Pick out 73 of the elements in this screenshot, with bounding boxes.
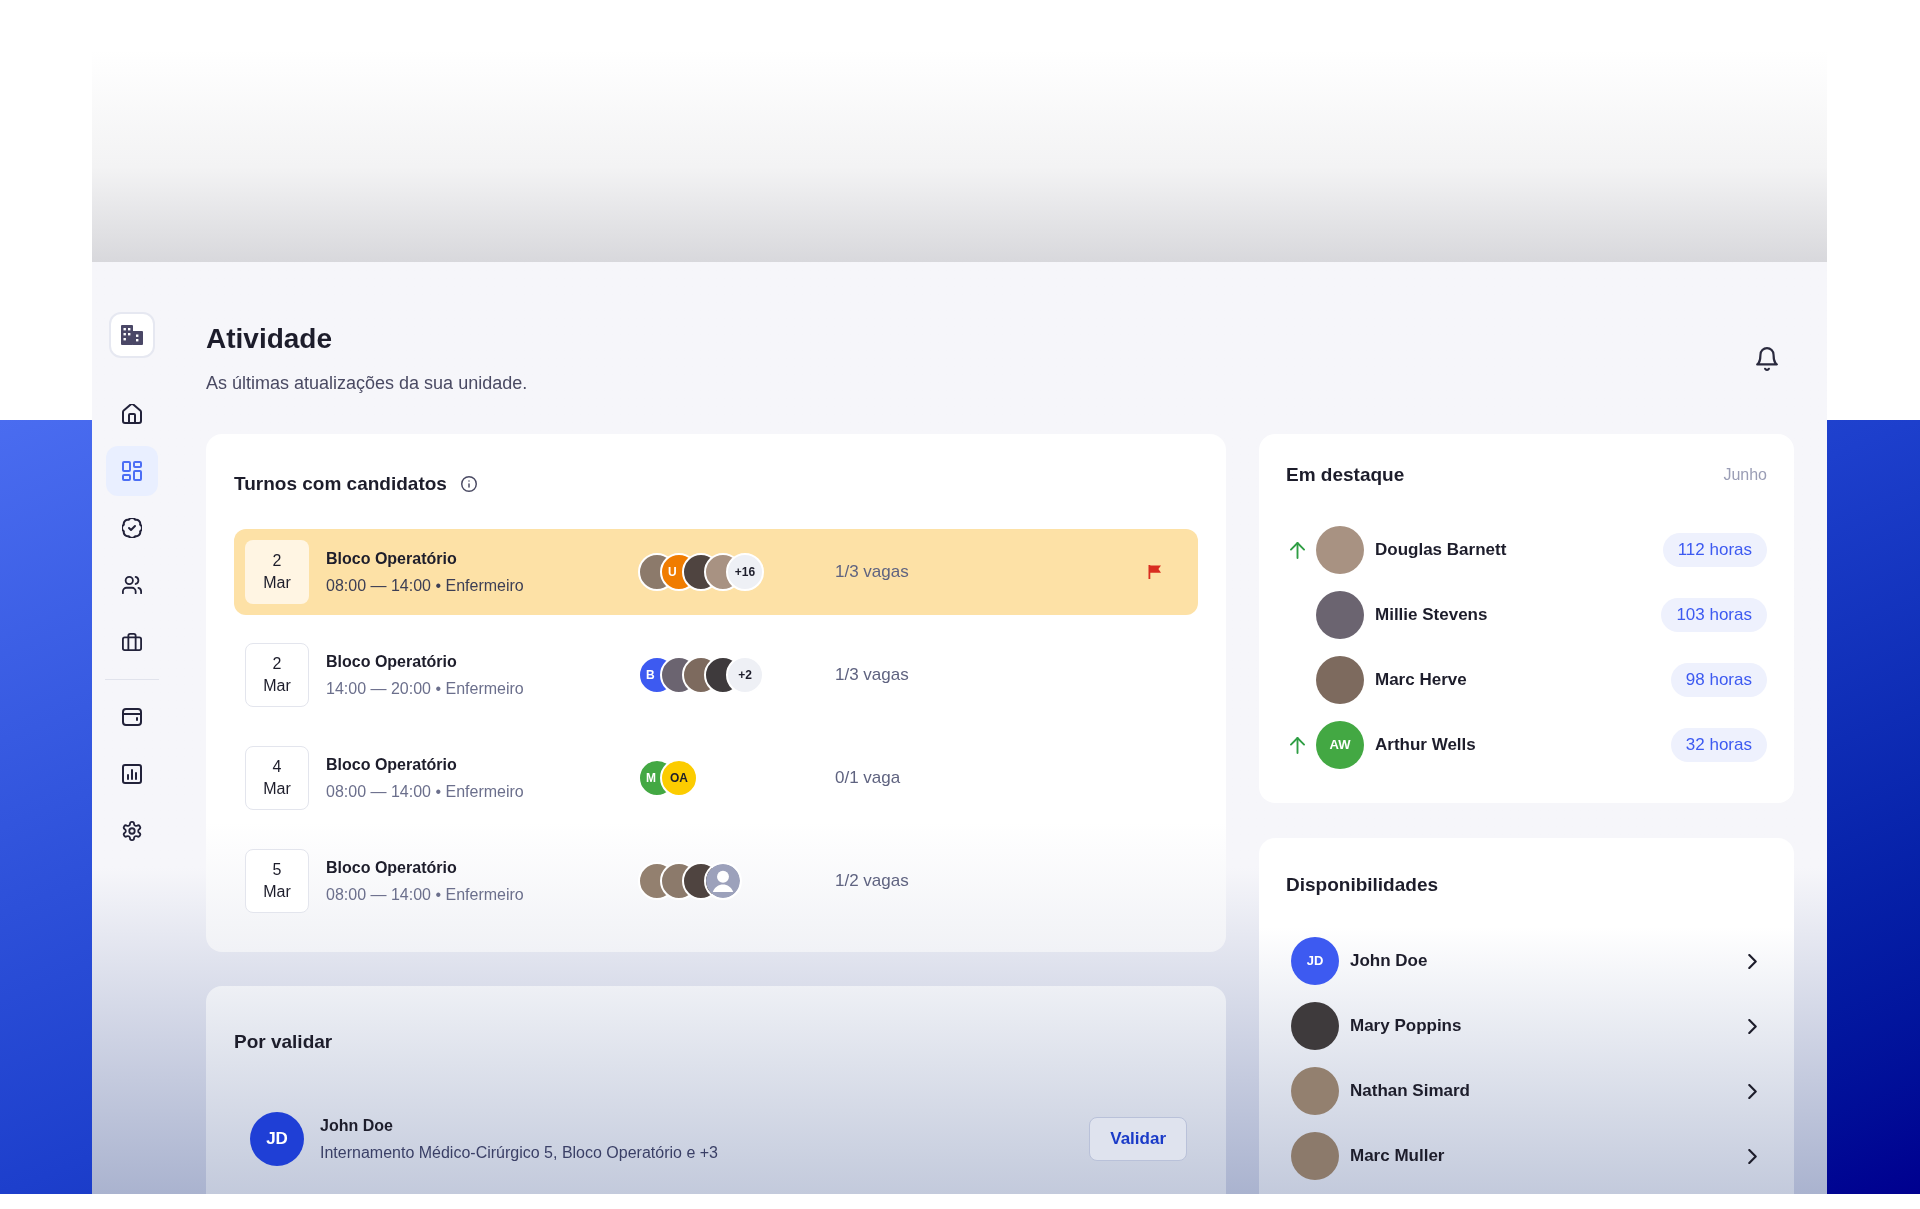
person-name: Millie Stevens xyxy=(1375,604,1488,627)
hours-pill: 98 horas xyxy=(1670,663,1767,697)
flag-icon[interactable] xyxy=(1147,564,1163,580)
hours-pill: 112 horas xyxy=(1662,533,1767,567)
open-slots: 1/3 vagas xyxy=(835,662,909,688)
chevron-right-icon[interactable] xyxy=(1748,1018,1757,1034)
hours-pill: 103 horas xyxy=(1661,598,1767,632)
pending-details: Internamento Médico-Cirúrgico 5, Bloco Operatório e +3 xyxy=(320,1143,718,1163)
chevron-right-icon[interactable] xyxy=(1748,1148,1757,1164)
chevron-right-icon[interactable] xyxy=(1748,1083,1757,1099)
building-logo-icon[interactable] xyxy=(109,312,155,358)
badge-check-icon xyxy=(122,518,142,538)
date-day: 2 xyxy=(272,654,282,674)
dashboard-button[interactable] xyxy=(106,446,158,496)
card-title: Em destaque xyxy=(1286,463,1405,487)
initials-avatar: OA xyxy=(660,759,698,797)
shift-unit: Bloco Operatório xyxy=(326,858,457,878)
shift-unit: Bloco Operatório xyxy=(326,755,457,775)
date-month: Mar xyxy=(263,882,291,902)
card-title: Por validar xyxy=(234,1030,333,1054)
avatar-photo xyxy=(1316,656,1364,704)
period-label: Junho xyxy=(1723,465,1767,485)
validate-button[interactable]: Validar xyxy=(1089,1117,1187,1161)
date-day: 5 xyxy=(272,860,282,880)
bell-icon[interactable] xyxy=(1756,346,1778,371)
page-title: Atividade xyxy=(206,322,333,356)
info-icon[interactable] xyxy=(460,476,477,492)
person-name: John Doe xyxy=(320,1116,393,1136)
wallet-icon xyxy=(122,707,142,727)
avatar-photo xyxy=(1291,1002,1339,1050)
shift-details: 08:00 — 14:00 • Enfermeiro xyxy=(326,576,524,596)
initials-avatar: JD xyxy=(1291,937,1339,985)
shift-details: 14:00 — 20:00 • Enfermeiro xyxy=(326,679,524,699)
briefcase-icon xyxy=(122,632,142,652)
shift-details: 08:00 — 14:00 • Enfermeiro xyxy=(326,885,524,905)
avatar-photo xyxy=(1316,526,1364,574)
open-slots: 1/2 vagas xyxy=(835,868,909,894)
users-icon xyxy=(122,575,142,595)
date-month: Mar xyxy=(263,779,291,799)
dashboard-grid-icon xyxy=(122,461,142,481)
chevron-right-icon[interactable] xyxy=(1748,953,1757,969)
person-name: Nathan Simard xyxy=(1350,1080,1470,1103)
person-name: Marc Muller xyxy=(1350,1145,1445,1168)
shift-unit: Bloco Operatório xyxy=(326,549,457,569)
user-silhouette-icon xyxy=(704,862,742,900)
card-title: Disponibilidades xyxy=(1286,873,1439,897)
person-name: Douglas Barnett xyxy=(1375,539,1507,562)
home-icon xyxy=(122,404,142,424)
date-day: 4 xyxy=(272,757,282,777)
shift-details: 08:00 — 14:00 • Enfermeiro xyxy=(326,782,524,802)
date-month: Mar xyxy=(263,573,291,593)
highlighted-shift-row[interactable]: 2 Mar Bloco Operatório 08:00 — 14:00 • Enfermeiro U +16 1/3 vagas xyxy=(234,529,1198,615)
person-name: Arthur Wells xyxy=(1375,734,1476,757)
avatar-photo xyxy=(1291,1067,1339,1115)
avatar-photo xyxy=(1316,591,1364,639)
person-name: Marc Herve xyxy=(1375,669,1467,692)
date-day: 2 xyxy=(272,551,282,571)
more-candidates-count: +2 xyxy=(726,656,764,694)
shift-unit: Bloco Operatório xyxy=(326,652,457,672)
open-slots: 1/3 vagas xyxy=(835,559,909,585)
person-name: Mary Poppins xyxy=(1350,1015,1462,1038)
bar-chart-icon xyxy=(122,764,142,784)
more-candidates-count: +16 xyxy=(726,553,764,591)
page-subtitle: As últimas atualizações da sua unidade. xyxy=(206,372,528,395)
initials-avatar: JD xyxy=(250,1112,304,1166)
initials-avatar: AW xyxy=(1316,721,1364,769)
settings-icon xyxy=(122,821,142,841)
open-slots: 0/1 vaga xyxy=(835,765,901,791)
card-title: Turnos com candidatos xyxy=(234,472,447,496)
hours-pill: 32 horas xyxy=(1670,728,1767,762)
avatar-photo xyxy=(1291,1132,1339,1180)
person-name: John Doe xyxy=(1350,950,1428,973)
date-month: Mar xyxy=(263,676,291,696)
